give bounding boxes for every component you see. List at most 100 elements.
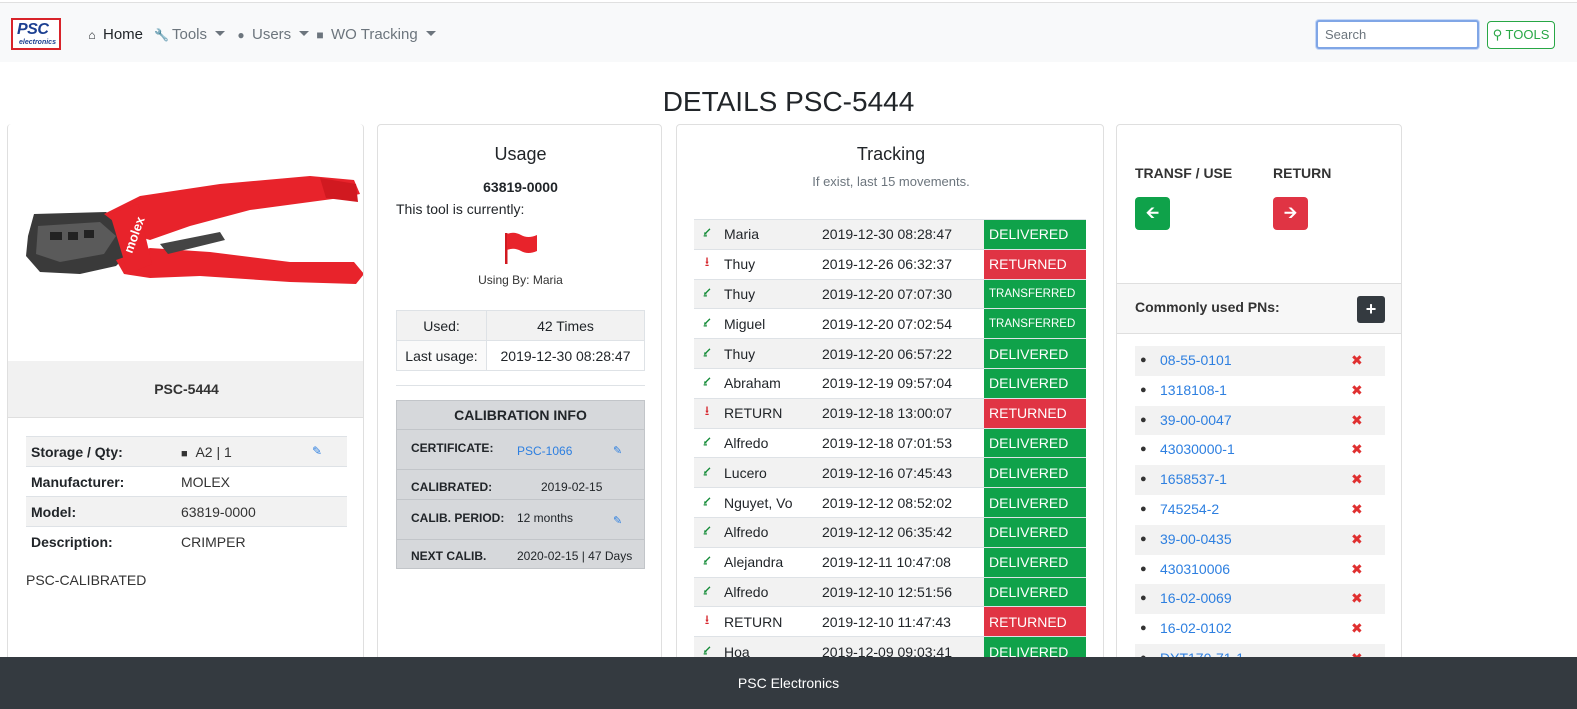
remove-icon[interactable]: ✖ [1351, 346, 1363, 376]
list-item: ● 39-00-0435 ✖ [1135, 524, 1385, 555]
upload-icon: ⭹ [694, 278, 720, 309]
chevron-down-icon [425, 30, 436, 36]
navbar: PSC electronics ⌂ Home 🔧 Tools ● Users ■ WO … [0, 2, 1577, 62]
page-title: DETAILS PSC-5444 [662, 86, 915, 117]
certificate-link[interactable]: PSC-1066 [517, 444, 572, 458]
pn-link[interactable]: 39-00-0047 [1160, 406, 1232, 436]
flag-icon [505, 232, 537, 264]
pn-link[interactable]: 430310006 [1160, 555, 1230, 585]
remove-icon[interactable]: ✖ [1351, 376, 1363, 406]
status-badge: RETURNED [984, 248, 1086, 280]
pn-link[interactable]: 08-55-0101 [1160, 346, 1232, 376]
pn-link[interactable]: 1658537-1 [1160, 465, 1227, 495]
download-icon: ⭳ [694, 606, 720, 637]
status-badge: RETURNED [984, 397, 1086, 429]
edit-icon[interactable]: ✎ [312, 444, 322, 458]
edit-icon[interactable]: ✎ [613, 514, 622, 527]
download-icon: ⭳ [694, 397, 720, 429]
nav-tools-dropdown[interactable]: 🔧 Tools [154, 25, 226, 45]
remove-icon[interactable]: ✖ [1351, 555, 1363, 585]
calibration-header: CALIBRATION INFO [397, 401, 644, 430]
edit-icon[interactable]: ✎ [613, 444, 622, 457]
upload-icon: ⭹ [694, 219, 720, 250]
status-badge: DELIVERED [984, 487, 1086, 518]
tool-info-table: Storage / Qty: ■ A2 | 1 ✎ Manufacturer: M… [26, 436, 347, 557]
list-item: ● 16-02-0102 ✖ [1135, 614, 1385, 644]
tool-card: molex PSC-5444 Storage / Qty: ■ A2 | 1 ✎ … [7, 124, 364, 684]
psc-logo[interactable]: PSC electronics [11, 18, 61, 50]
pn-link[interactable]: 1318108-1 [1160, 376, 1227, 406]
plus-icon: + [1365, 299, 1377, 319]
usage-title: Usage [494, 144, 547, 164]
table-row: Storage / Qty: ■ A2 | 1 ✎ [26, 436, 347, 467]
wrench-icon: 🔧 [154, 28, 169, 42]
list-item: ● 39-00-0047 ✖ [1135, 405, 1385, 436]
tracking-row: ⭹ Maria 2019-12-30 08:28:47 DELIVERED [694, 219, 1086, 250]
chevron-down-icon [215, 30, 226, 36]
tracking-row: ⭹ Alejandra 2019-12-11 10:47:08 DELIVERED [694, 546, 1086, 578]
user-icon: ● [237, 28, 245, 42]
remove-icon[interactable]: ✖ [1351, 465, 1363, 495]
remove-icon[interactable]: ✖ [1351, 584, 1363, 614]
status-badge: DELIVERED [984, 338, 1086, 369]
download-icon: ⭳ [694, 248, 720, 280]
pn-link[interactable]: 745254-2 [1160, 495, 1219, 525]
remove-icon[interactable]: ✖ [1351, 406, 1363, 436]
list-item: ● 08-55-0101 ✖ [1135, 346, 1385, 376]
usage-stats-table: Used: 42 Times Last usage: 2019-12-30 08… [396, 310, 645, 371]
upload-icon: ⭹ [694, 338, 720, 369]
bullet-icon: ● [1140, 622, 1147, 635]
return-label: RETURN [1273, 165, 1332, 181]
tracking-subtitle: If exist, last 15 movements. [812, 174, 970, 189]
upload-icon: ⭹ [694, 427, 720, 458]
bullet-icon: ● [1140, 562, 1147, 575]
tracking-row: ⭹ Alfredo 2019-12-12 06:35:42 DELIVERED [694, 516, 1086, 548]
status-badge: DELIVERED [984, 367, 1086, 399]
nav-users-dropdown[interactable]: ● Users [234, 25, 310, 45]
usage-part-number: 63819-0000 [483, 179, 558, 195]
pn-link[interactable]: 39-00-0435 [1160, 525, 1232, 555]
remove-icon[interactable]: ✖ [1351, 435, 1363, 465]
upload-icon: ⭹ [694, 576, 720, 607]
calibration-row-calibrated: CALIBRATED: 2019-02-15 [397, 471, 644, 500]
tracking-row: ⭹ Thuy 2019-12-20 06:57:22 DELIVERED [694, 338, 1086, 369]
return-button[interactable]: 🡪 [1273, 197, 1308, 230]
actions-card: TRANSF / USE RETURN 🡨 🡪 Commonly used PN… [1116, 124, 1402, 684]
status-badge: DELIVERED [984, 219, 1086, 250]
tracking-row: ⭳ RETURN 2019-12-10 11:47:43 RETURNED [694, 606, 1086, 637]
pn-link[interactable]: 16-02-0102 [1160, 614, 1232, 644]
bullet-icon: ● [1140, 383, 1147, 396]
search-icon: ⚲ [1492, 27, 1503, 42]
chevron-down-icon [299, 30, 310, 36]
calibration-row-period: CALIB. PERIOD: 12 months ✎ [397, 501, 644, 540]
tracking-row: ⭳ RETURN 2019-12-18 13:00:07 RETURNED [694, 397, 1086, 429]
inbox-icon: ■ [181, 447, 188, 460]
add-pn-button[interactable]: + [1357, 296, 1385, 323]
nav-wo-tracking-dropdown[interactable]: ■ WO Tracking [313, 25, 436, 45]
status-badge: RETURNED [984, 606, 1086, 637]
bullet-icon: ● [1140, 354, 1147, 366]
upload-icon: ⭹ [694, 516, 720, 548]
status-badge: TRANSFERRED [984, 278, 1086, 309]
remove-icon[interactable]: ✖ [1351, 614, 1363, 644]
tracking-row: ⭹ Thuy 2019-12-20 07:07:30 TRANSFERRED [694, 278, 1086, 309]
arrow-left-icon: 🡨 [1146, 205, 1159, 222]
bullet-icon: ● [1140, 592, 1147, 605]
tracking-row: ⭳ Thuy 2019-12-26 06:32:37 RETURNED [694, 248, 1086, 280]
tracking-row: ⭹ Alfredo 2019-12-18 07:01:53 DELIVERED [694, 427, 1086, 458]
status-badge: DELIVERED [984, 576, 1086, 607]
upload-icon: ⭹ [694, 308, 720, 339]
nav-home[interactable]: ⌂ Home [85, 25, 143, 45]
calibration-row-next: NEXT CALIB. 2020-02-15 | 47 Days [411, 549, 633, 563]
pn-link[interactable]: 43030000-1 [1160, 435, 1235, 465]
remove-icon[interactable]: ✖ [1351, 525, 1363, 555]
remove-icon[interactable]: ✖ [1351, 495, 1363, 525]
tracking-row: ⭹ Nguyet, Vo 2019-12-12 08:52:02 DELIVERED [694, 487, 1086, 518]
bullet-icon: ● [1140, 473, 1147, 486]
pn-link[interactable]: 16-02-0069 [1160, 584, 1232, 614]
tools-search-button[interactable]: ⚲ TOOLS [1487, 21, 1555, 49]
transfer-button[interactable]: 🡨 [1135, 197, 1170, 230]
bullet-icon: ● [1140, 502, 1147, 515]
search-input[interactable] [1316, 20, 1479, 49]
crimper-tool-image: molex [26, 176, 363, 284]
